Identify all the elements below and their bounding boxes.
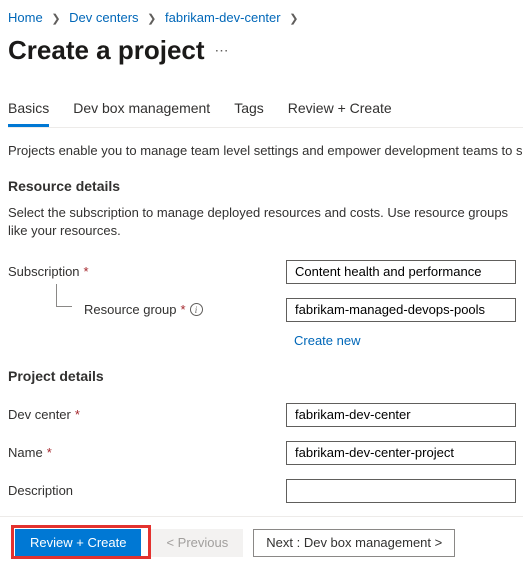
resource-group-label: Resource group bbox=[84, 302, 177, 317]
tab-tags[interactable]: Tags bbox=[234, 94, 264, 127]
description-label: Description bbox=[8, 483, 73, 498]
name-label: Name bbox=[8, 445, 43, 460]
subscription-input[interactable] bbox=[286, 260, 516, 284]
dev-center-input[interactable] bbox=[286, 403, 516, 427]
info-icon[interactable]: i bbox=[190, 303, 203, 316]
breadcrumb-current[interactable]: fabrikam-dev-center bbox=[165, 10, 281, 25]
create-new-link[interactable]: Create new bbox=[294, 333, 523, 348]
resource-details-sub: Select the subscription to manage deploy… bbox=[8, 204, 523, 240]
tab-basics[interactable]: Basics bbox=[8, 94, 49, 127]
tab-review[interactable]: Review + Create bbox=[288, 94, 392, 127]
project-details-heading: Project details bbox=[8, 368, 523, 384]
resource-details-heading: Resource details bbox=[8, 178, 523, 194]
intro-text: Projects enable you to manage team level… bbox=[8, 142, 523, 160]
breadcrumb: Home ❯ Dev centers ❯ fabrikam-dev-center… bbox=[8, 8, 523, 31]
chevron-right-icon: ❯ bbox=[289, 13, 298, 25]
tree-connector-icon bbox=[44, 298, 80, 322]
chevron-right-icon: ❯ bbox=[51, 13, 60, 25]
required-indicator: * bbox=[84, 264, 89, 279]
review-create-button[interactable]: Review + Create bbox=[15, 529, 141, 557]
next-button[interactable]: Next : Dev box management > bbox=[253, 529, 455, 557]
dev-center-label: Dev center bbox=[8, 407, 71, 422]
tab-devbox[interactable]: Dev box management bbox=[73, 94, 210, 127]
page-title: Create a project bbox=[8, 35, 205, 66]
tabs: Basics Dev box management Tags Review + … bbox=[8, 94, 523, 127]
description-input[interactable] bbox=[286, 479, 516, 503]
more-actions-icon[interactable]: ⋯ bbox=[215, 42, 229, 59]
resource-group-input[interactable] bbox=[286, 298, 516, 322]
footer-bar: Review + Create < Previous Next : Dev bo… bbox=[0, 516, 523, 569]
required-indicator: * bbox=[75, 407, 80, 422]
subscription-label: Subscription bbox=[8, 264, 80, 279]
chevron-right-icon: ❯ bbox=[147, 13, 156, 25]
breadcrumb-home[interactable]: Home bbox=[8, 10, 43, 25]
required-indicator: * bbox=[47, 445, 52, 460]
required-indicator: * bbox=[181, 302, 186, 317]
previous-button: < Previous bbox=[151, 529, 243, 557]
breadcrumb-devcenters[interactable]: Dev centers bbox=[69, 10, 138, 25]
name-input[interactable] bbox=[286, 441, 516, 465]
